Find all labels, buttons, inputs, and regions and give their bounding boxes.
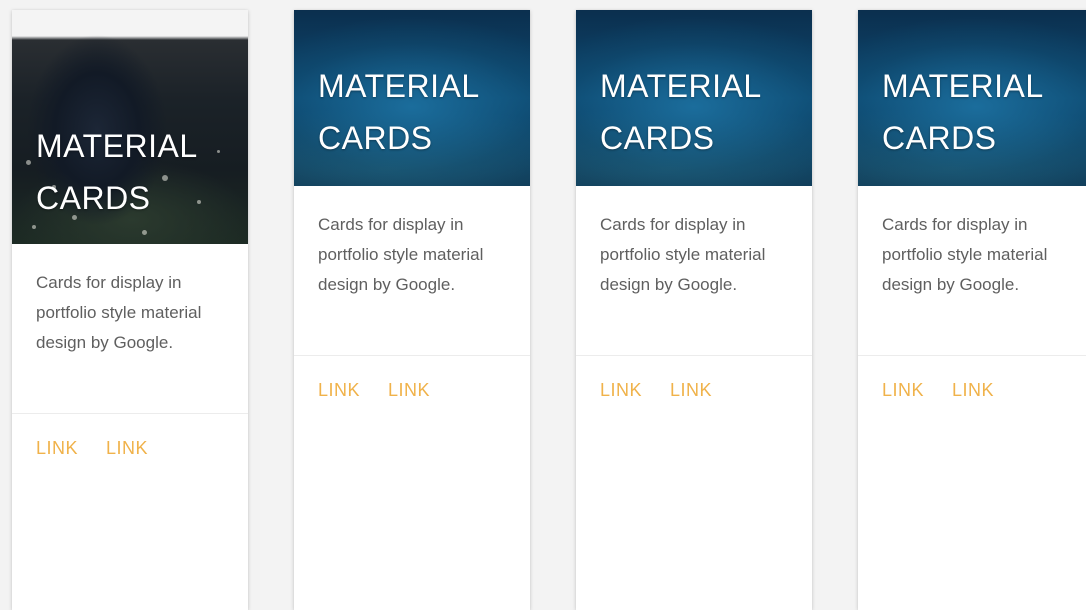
card-actions: LINK LINK — [12, 414, 248, 483]
card-title-line2: CARDS — [318, 120, 433, 156]
card-title: MATERIAL CARDS — [882, 60, 1044, 164]
card-link-2[interactable]: LINK — [670, 380, 712, 401]
card-title-line1: MATERIAL — [318, 68, 480, 104]
card-actions: LINK LINK — [858, 356, 1086, 425]
card-description: Cards for display in portfolio style mat… — [294, 186, 530, 356]
card-title-line1: MATERIAL — [36, 128, 198, 164]
card-title-line1: MATERIAL — [600, 68, 762, 104]
card-image-ocean: MATERIAL CARDS — [294, 10, 530, 186]
card-gallery: MATERIAL CARDS Cards for display in port… — [0, 0, 1086, 610]
card-title-line2: CARDS — [36, 180, 151, 216]
card-title-line2: CARDS — [600, 120, 715, 156]
card-description: Cards for display in portfolio style mat… — [576, 186, 812, 356]
material-card: MATERIAL CARDS Cards for display in port… — [12, 10, 248, 610]
card-title: MATERIAL CARDS — [36, 120, 198, 224]
card-title-line1: MATERIAL — [882, 68, 1044, 104]
card-image-ocean: MATERIAL CARDS — [858, 10, 1086, 186]
card-link-2[interactable]: LINK — [952, 380, 994, 401]
card-actions: LINK LINK — [576, 356, 812, 425]
card-link-1[interactable]: LINK — [882, 380, 924, 401]
card-link-2[interactable]: LINK — [388, 380, 430, 401]
material-card: MATERIAL CARDS Cards for display in port… — [294, 10, 530, 610]
card-description: Cards for display in portfolio style mat… — [858, 186, 1086, 356]
material-card: MATERIAL CARDS Cards for display in port… — [576, 10, 812, 610]
card-title: MATERIAL CARDS — [600, 60, 762, 164]
card-description: Cards for display in portfolio style mat… — [12, 244, 248, 414]
card-image-hooded-person: MATERIAL CARDS — [12, 10, 248, 244]
material-card: MATERIAL CARDS Cards for display in port… — [858, 10, 1086, 610]
card-link-1[interactable]: LINK — [600, 380, 642, 401]
card-title: MATERIAL CARDS — [318, 60, 480, 164]
card-title-line2: CARDS — [882, 120, 997, 156]
card-actions: LINK LINK — [294, 356, 530, 425]
card-image-ocean: MATERIAL CARDS — [576, 10, 812, 186]
card-link-1[interactable]: LINK — [318, 380, 360, 401]
card-link-1[interactable]: LINK — [36, 438, 78, 459]
card-link-2[interactable]: LINK — [106, 438, 148, 459]
